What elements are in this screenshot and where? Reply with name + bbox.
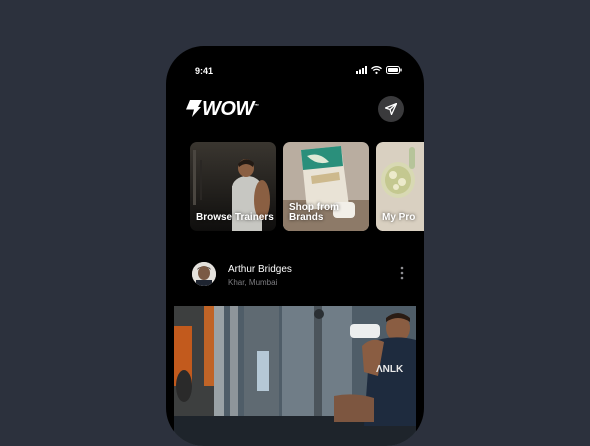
shirt-print: ΛNLK [376, 364, 404, 375]
post-user-name[interactable]: Arthur Bridges [228, 264, 292, 275]
signal-icon [356, 66, 367, 74]
phone-frame: 9:41 WOW™ Browse Trainers Shop from Bran… [166, 46, 424, 446]
status-bar: 9:41 [166, 46, 424, 86]
avatar-photo [192, 262, 216, 286]
send-button[interactable] [378, 96, 404, 122]
card-label: Browse Trainers [196, 212, 274, 223]
post-image[interactable]: ΛNLK [174, 306, 416, 446]
gym-photo: ΛNLK [174, 306, 416, 446]
bolt-logo-icon [186, 100, 202, 117]
logo-text: WOW [202, 98, 254, 120]
status-time: 9:41 [195, 66, 214, 76]
logo-trademark: ™ [253, 103, 259, 110]
more-options-icon[interactable] [400, 266, 404, 280]
battery-icon [386, 66, 402, 74]
send-icon [385, 103, 397, 115]
wifi-icon [371, 66, 382, 74]
app-header: WOW™ [186, 96, 404, 122]
avatar[interactable] [192, 262, 216, 286]
post-location: Khar, Mumbai [228, 278, 278, 287]
card-label: Shop from Brands [289, 202, 339, 223]
post-header: Arthur Bridges Khar, Mumbai [192, 262, 410, 292]
card-shop-from-brands[interactable]: Shop from Brands [283, 142, 369, 231]
card-browse-trainers[interactable]: Browse Trainers [190, 142, 276, 231]
card-label: My Pro [382, 212, 416, 223]
brand-logo[interactable]: WOW™ [186, 98, 259, 121]
category-cards: Browse Trainers Shop from Brands My Pro [190, 142, 424, 232]
status-icons [356, 66, 402, 74]
card-my-pro[interactable]: My Pro [376, 142, 424, 231]
